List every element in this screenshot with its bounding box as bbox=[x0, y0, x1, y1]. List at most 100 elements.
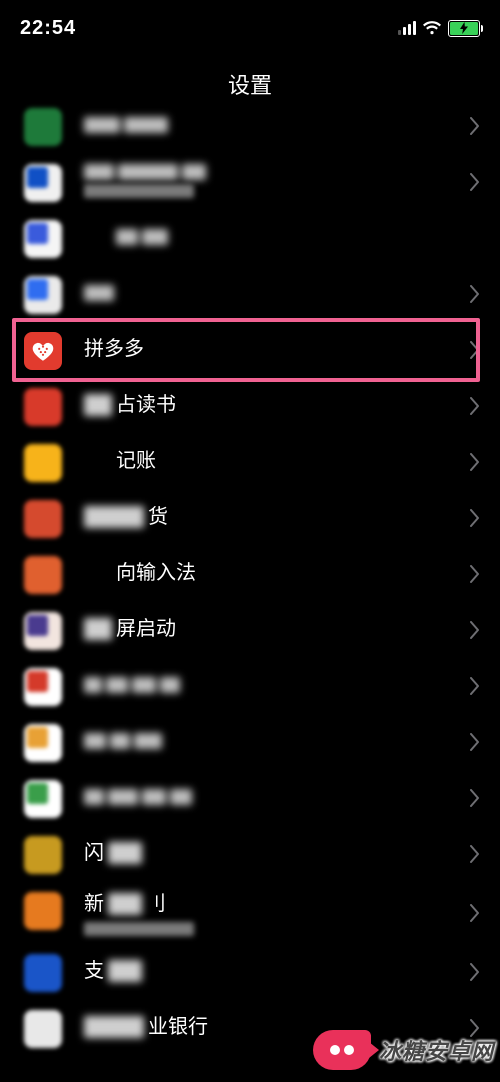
settings-row[interactable] bbox=[0, 770, 500, 826]
settings-row[interactable]: 占读书 bbox=[0, 378, 500, 434]
settings-row-label: 向输入法 bbox=[84, 559, 470, 587]
chevron-right-icon bbox=[470, 789, 480, 807]
settings-row-text: 占读书 bbox=[116, 391, 176, 419]
app-icon bbox=[24, 444, 62, 482]
chevron-right-icon bbox=[470, 677, 480, 695]
app-icon bbox=[24, 276, 62, 314]
app-icon bbox=[24, 164, 62, 202]
settings-row-label-container bbox=[84, 106, 470, 144]
settings-row-label bbox=[84, 733, 470, 749]
settings-row-label: 支 bbox=[84, 957, 470, 985]
chevron-right-icon bbox=[470, 285, 480, 303]
settings-row-label: 拼多多 bbox=[84, 335, 470, 363]
chevron-right-icon bbox=[470, 565, 480, 583]
chevron-right-icon bbox=[470, 453, 480, 471]
phone-screen: 22:54 设置 拼多多占读书记账货向输入法屏启动闪新刂支业银行 bbox=[0, 0, 500, 1082]
settings-row[interactable] bbox=[0, 658, 500, 714]
status-time: 22:54 bbox=[20, 17, 76, 40]
settings-row-label-container: 拼多多 bbox=[84, 330, 470, 368]
settings-row-label-container bbox=[84, 666, 470, 704]
app-icon bbox=[24, 108, 62, 146]
signal-icon bbox=[398, 21, 416, 35]
settings-row-label-container: 新刂 bbox=[84, 890, 470, 936]
settings-row[interactable] bbox=[0, 266, 500, 322]
watermark-text: 冰糖安卓网 bbox=[379, 1034, 494, 1066]
settings-row-subtitle bbox=[84, 922, 194, 936]
settings-list[interactable]: 拼多多占读书记账货向输入法屏启动闪新刂支业银行 bbox=[0, 98, 500, 1082]
settings-row-label bbox=[84, 285, 470, 301]
settings-row-label-container bbox=[84, 722, 470, 760]
watermark: 冰糖安卓网 bbox=[313, 1030, 494, 1070]
app-icon bbox=[24, 388, 62, 426]
settings-row-label-container bbox=[84, 162, 470, 200]
chevron-right-icon bbox=[470, 117, 480, 135]
settings-row-label: 货 bbox=[84, 503, 470, 531]
settings-row-label-container bbox=[84, 778, 470, 816]
settings-row[interactable]: 向输入法 bbox=[0, 546, 500, 602]
settings-row-label: 屏启动 bbox=[84, 615, 470, 643]
settings-row[interactable]: 记账 bbox=[0, 434, 500, 490]
settings-row-label: 占读书 bbox=[84, 391, 470, 419]
settings-row-label: 闪 bbox=[84, 839, 470, 867]
settings-row[interactable]: 货 bbox=[0, 490, 500, 546]
settings-row-label: 记账 bbox=[84, 447, 470, 475]
settings-row-label bbox=[84, 164, 470, 180]
settings-row-subtitle bbox=[84, 184, 194, 198]
app-icon bbox=[24, 954, 62, 992]
chevron-right-icon bbox=[470, 509, 480, 527]
app-icon bbox=[24, 612, 62, 650]
settings-row-text: 闪 bbox=[84, 839, 104, 867]
battery-icon bbox=[448, 20, 480, 37]
settings-row-text: 屏启动 bbox=[116, 615, 176, 643]
settings-row-label bbox=[84, 677, 470, 693]
settings-row[interactable] bbox=[0, 98, 500, 154]
settings-row-label-container: 向输入法 bbox=[84, 554, 470, 592]
settings-row-label bbox=[84, 789, 470, 805]
settings-row-text: 货 bbox=[148, 503, 168, 531]
settings-row-text: 记账 bbox=[116, 447, 156, 475]
settings-row[interactable]: 闪 bbox=[0, 826, 500, 882]
settings-row-text: 新 bbox=[84, 890, 104, 918]
settings-row-label-container bbox=[84, 274, 470, 312]
app-icon bbox=[24, 724, 62, 762]
settings-row-pinduoduo[interactable]: 拼多多 bbox=[0, 322, 500, 378]
settings-row-label-container: 占读书 bbox=[84, 386, 470, 424]
settings-row-label bbox=[84, 117, 470, 133]
settings-row-label: 新刂 bbox=[84, 890, 470, 918]
app-icon bbox=[24, 836, 62, 874]
settings-row-label bbox=[84, 229, 480, 245]
settings-row[interactable] bbox=[0, 210, 500, 266]
status-bar: 22:54 bbox=[0, 0, 500, 56]
settings-row[interactable]: 支 bbox=[0, 944, 500, 1000]
wifi-icon bbox=[422, 21, 442, 35]
watermark-logo-icon bbox=[313, 1030, 371, 1070]
app-icon bbox=[24, 780, 62, 818]
settings-row-label-container: 货 bbox=[84, 498, 470, 536]
settings-row[interactable]: 新刂 bbox=[0, 882, 500, 944]
settings-row-text: 支 bbox=[84, 957, 104, 985]
chevron-right-icon bbox=[470, 397, 480, 415]
app-icon bbox=[24, 1010, 62, 1048]
settings-row-label-container: 闪 bbox=[84, 834, 470, 872]
pinduoduo-app-icon bbox=[24, 332, 62, 370]
app-icon bbox=[24, 668, 62, 706]
settings-row-label-container: 屏启动 bbox=[84, 610, 470, 648]
settings-row-label-container: 记账 bbox=[84, 442, 470, 480]
settings-row-text: 业银行 bbox=[148, 1013, 208, 1041]
status-icons bbox=[398, 20, 480, 37]
settings-row[interactable]: 屏启动 bbox=[0, 602, 500, 658]
app-icon bbox=[24, 500, 62, 538]
chevron-right-icon bbox=[470, 845, 480, 863]
settings-row[interactable] bbox=[0, 154, 500, 210]
chevron-right-icon bbox=[470, 904, 480, 922]
app-icon bbox=[24, 220, 62, 258]
settings-row-label-container: 支 bbox=[84, 952, 470, 990]
chevron-right-icon bbox=[470, 173, 480, 191]
settings-row[interactable] bbox=[0, 714, 500, 770]
app-icon bbox=[24, 556, 62, 594]
settings-row-text: 向输入法 bbox=[116, 559, 196, 587]
chevron-right-icon bbox=[470, 341, 480, 359]
chevron-right-icon bbox=[470, 621, 480, 639]
chevron-right-icon bbox=[470, 963, 480, 981]
settings-row-label-container bbox=[84, 218, 480, 256]
